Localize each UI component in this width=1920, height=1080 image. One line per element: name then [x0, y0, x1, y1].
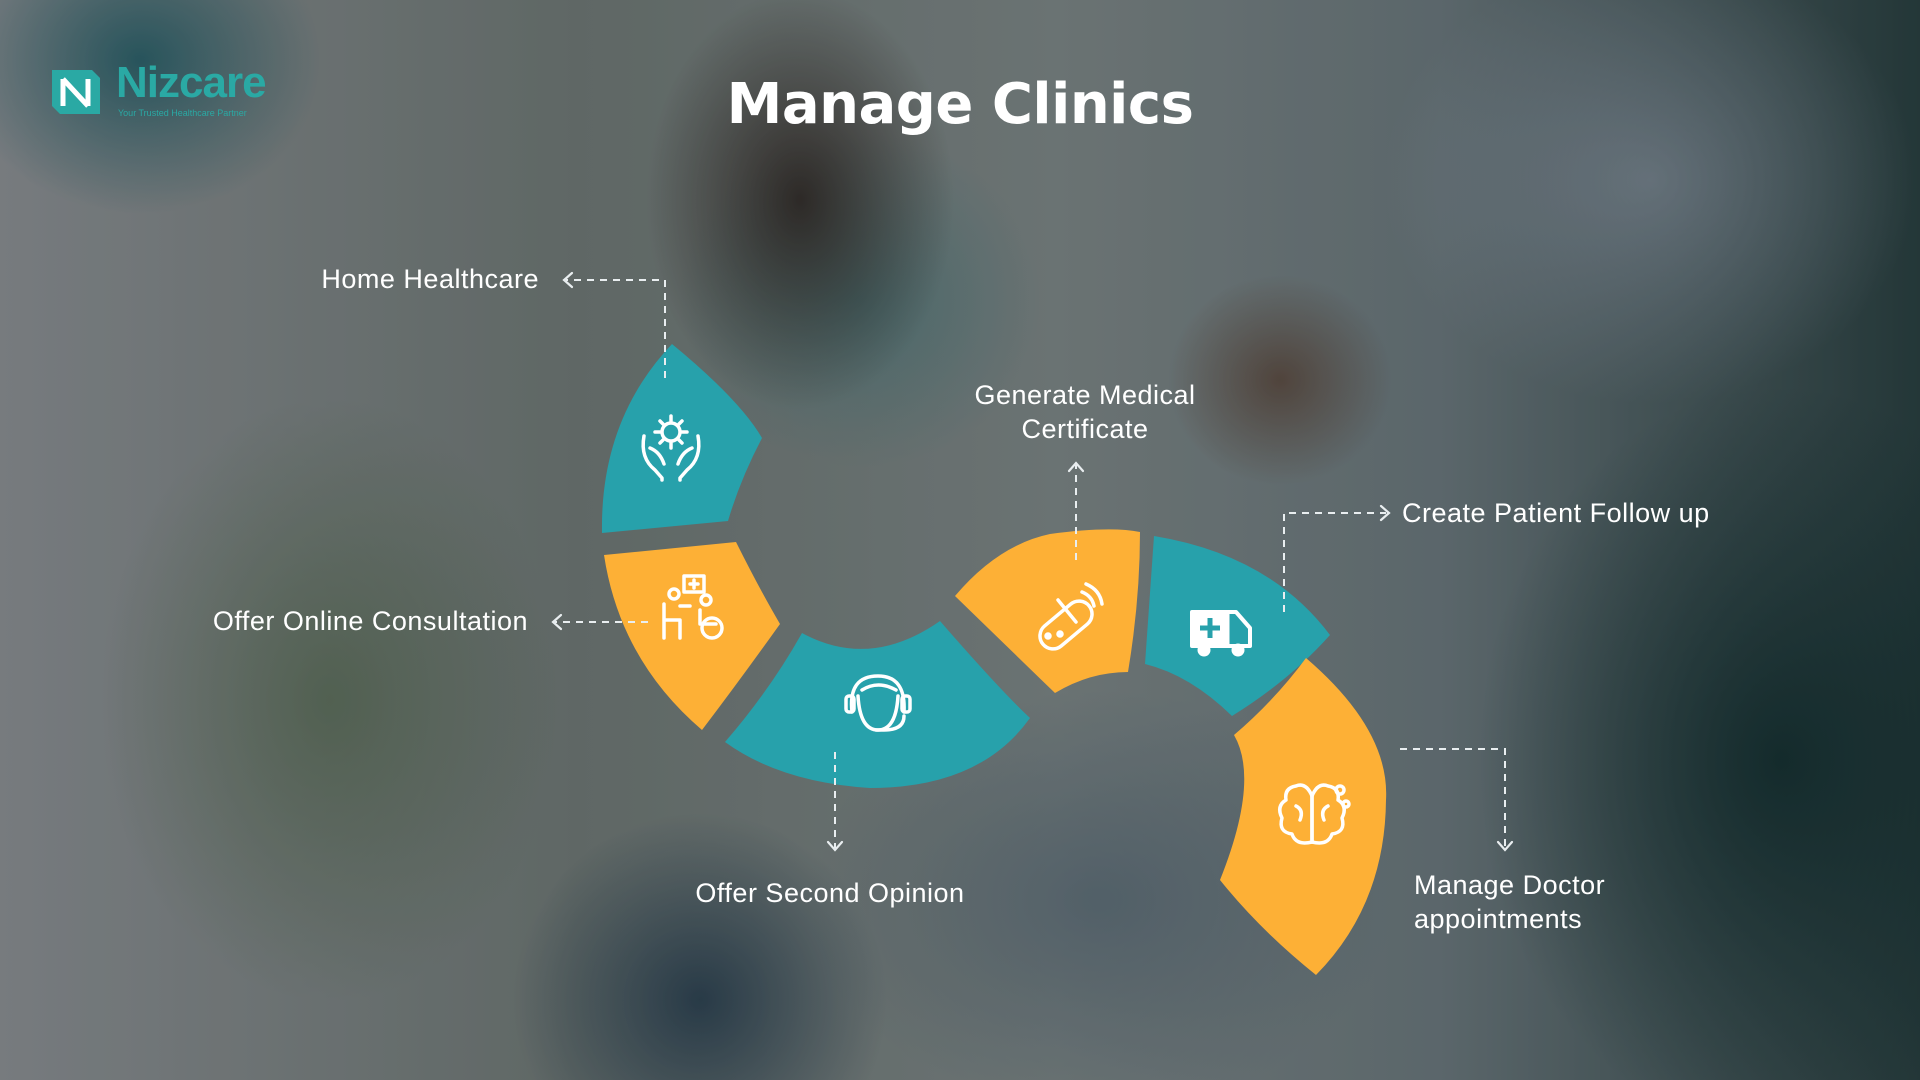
connector-home-healthcare [566, 279, 666, 378]
label-home-healthcare: Home Healthcare [321, 264, 539, 294]
label-line: appointments [1414, 904, 1583, 934]
label-patient-follow-up: Create Patient Follow up [1402, 498, 1710, 528]
process-diagram [551, 271, 1514, 975]
label-online-consultation: Offer Online Consultation [212, 606, 528, 636]
segment-medical-certificate [955, 529, 1140, 693]
label-doctor-appointments: Manage Doctor appointments [1414, 868, 1605, 936]
label-second-opinion: Offer Second Opinion [695, 878, 965, 908]
segment-online-consultation [604, 542, 780, 730]
label-medical-certificate: Generate Medical Certificate [935, 378, 1235, 446]
label-line: Generate Medical [974, 380, 1196, 410]
segment-second-opinion [725, 621, 1030, 788]
segment-home-healthcare [601, 344, 762, 533]
label-line: Certificate [1021, 414, 1149, 444]
connector-doctor-appointments [1400, 748, 1506, 848]
connector-patient-follow-up [1283, 512, 1386, 612]
label-line: Manage Doctor [1414, 870, 1606, 900]
